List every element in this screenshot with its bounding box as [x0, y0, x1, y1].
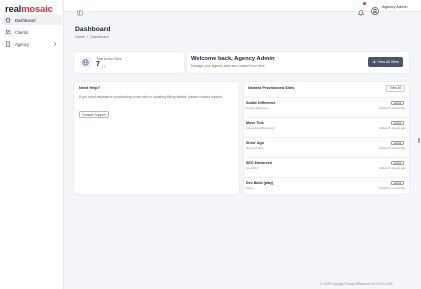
- view-all-sites-label: View All Sites: [377, 60, 399, 64]
- site-added-time: Added 3 weeks ago: [378, 165, 406, 170]
- home-icon: [5, 17, 11, 23]
- sidebar-item-label: Agency: [15, 41, 29, 47]
- site-slug: dev-1: [246, 185, 254, 190]
- breadcrumb: Home / Dashboard: [75, 35, 109, 39]
- site-slug: move-thisdifference2: [246, 125, 275, 130]
- newest-sites-card: Newest Provisioned Sites View All Subtle…: [244, 82, 409, 194]
- welcome-card: Welcome back, Agency Admin Manage your a…: [187, 52, 409, 73]
- page-title: Dashboard: [75, 26, 111, 33]
- view-all-sites-button[interactable]: View All Sites: [368, 57, 403, 67]
- site-name[interactable]: Move This: [246, 121, 264, 125]
- site-row[interactable]: Subtle Difference subtle-difference acti…: [244, 97, 409, 113]
- footer-copyright: © 2025 Copyright Today Difference Ltd v1…: [320, 282, 393, 286]
- contact-support-button[interactable]: Contact Support: [79, 111, 109, 118]
- need-help-title: Need Help?: [79, 85, 100, 90]
- arrow-right-icon: [372, 60, 376, 65]
- sidebar-item-clients[interactable]: Clients: [2, 27, 62, 37]
- stat-value: 7: [96, 61, 100, 68]
- logo-text-mosaic: mosaic: [21, 4, 53, 15]
- stat-label: Total Active Sites: [96, 56, 122, 61]
- active-sites-card: Total Active Sites 7 / 7: [74, 52, 184, 73]
- collapse-sidebar-icon[interactable]: [77, 3, 83, 16]
- site-slug: shiroslondon: [246, 145, 264, 150]
- sidebar-item-label: Dashboard: [15, 17, 36, 23]
- status-badge: active: [391, 160, 405, 165]
- breadcrumb-separator: /: [87, 35, 89, 39]
- globe-icon: [80, 57, 91, 68]
- breadcrumb-current: Dashboard: [90, 35, 109, 39]
- site-name[interactable]: Subtle Difference: [246, 101, 276, 105]
- row-divider: [244, 177, 409, 178]
- site-slug: subtle-difference: [246, 105, 269, 110]
- site-row[interactable]: Dev Build (play) dev-1 active Added 1 mo…: [244, 177, 409, 193]
- site-name[interactable]: Dev Build (play): [246, 181, 273, 185]
- topbar: Agency Admin: [64, 0, 421, 16]
- status-badge: active: [391, 140, 405, 145]
- scrollbar[interactable]: [418, 138, 420, 143]
- site-added-time: Added 3 weeks ago: [378, 145, 406, 150]
- site-row[interactable]: SEO Enhanced seo2024 active Added 3 week…: [244, 157, 409, 173]
- welcome-subtitle: Manage your agency sites and content fro…: [191, 64, 265, 68]
- logo-text-real: real: [5, 4, 22, 15]
- welcome-title: Welcome back, Agency Admin: [191, 56, 275, 62]
- logo[interactable]: realmosaic: [5, 4, 53, 15]
- site-added-time: Added 3 weeks ago: [378, 105, 406, 110]
- site-row[interactable]: Move This move-thisdifference2 active Ad…: [244, 117, 409, 133]
- sidebar: realmosaic Dashboard Clients Agency: [0, 0, 64, 289]
- user-avatar-icon[interactable]: [371, 2, 379, 15]
- sidebar-item-dashboard[interactable]: Dashboard: [2, 15, 62, 25]
- site-added-time: Added 1 month ago: [378, 185, 406, 190]
- row-divider: [244, 157, 409, 158]
- building-icon: [5, 41, 11, 47]
- status-badge: active: [391, 100, 405, 105]
- row-divider: [244, 97, 409, 98]
- breadcrumb-home[interactable]: Home: [75, 35, 85, 39]
- sidebar-item-label: Clients: [15, 29, 28, 35]
- status-badge: active: [391, 120, 405, 125]
- site-added-time: Added 3 weeks ago: [378, 125, 406, 130]
- site-name[interactable]: Shiro' Ago: [246, 141, 264, 145]
- newest-sites-title: Newest Provisioned Sites: [248, 86, 295, 90]
- view-all-button[interactable]: View All: [386, 84, 405, 92]
- site-name[interactable]: SEO Enhanced: [246, 161, 272, 165]
- chevron-right-icon: [52, 41, 58, 47]
- stat-total: / 7: [102, 64, 106, 69]
- row-divider: [244, 117, 409, 118]
- row-divider: [244, 137, 409, 138]
- notification-dot: [363, 2, 366, 5]
- status-badge: active: [391, 180, 405, 185]
- users-icon: [5, 29, 11, 35]
- sidebar-item-agency[interactable]: Agency: [2, 39, 62, 49]
- site-row[interactable]: Shiro' Ago shiroslondon active Added 3 w…: [244, 137, 409, 153]
- need-help-card: Need Help? If you need assistance provis…: [74, 82, 239, 194]
- need-help-text: If you need assistance provisioning a ne…: [79, 95, 224, 99]
- site-slug: seo2024: [246, 165, 258, 170]
- user-name[interactable]: Agency Admin: [382, 4, 408, 9]
